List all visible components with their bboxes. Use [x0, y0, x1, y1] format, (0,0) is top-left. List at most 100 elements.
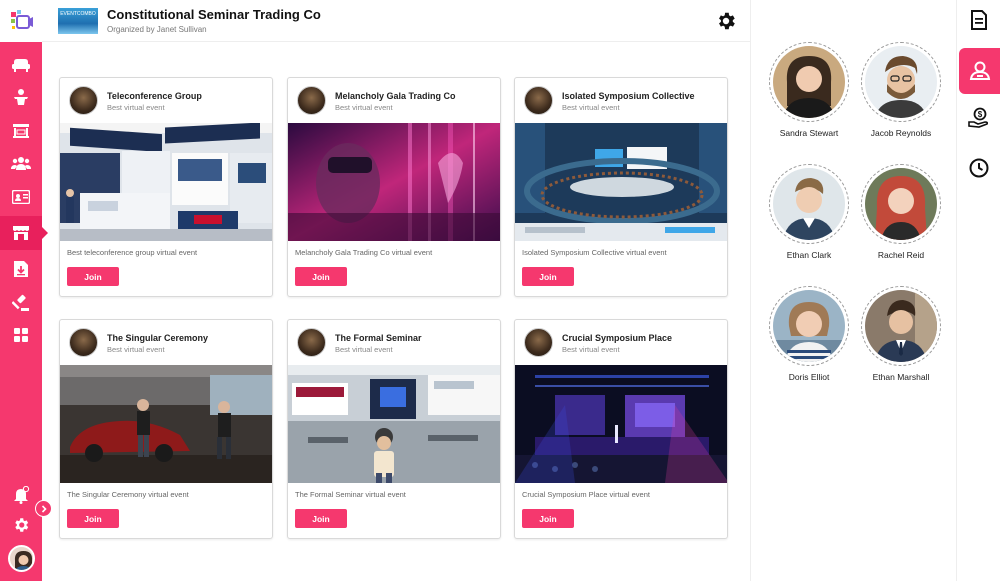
event-card[interactable]: Crucial Symposium Place Best virtual eve… — [514, 319, 728, 539]
card-avatar — [297, 328, 326, 357]
attendee-avatar-ring — [769, 286, 849, 366]
sidebar-item-auction[interactable] — [0, 286, 42, 320]
card-subtitle: Best virtual event — [562, 345, 620, 354]
card-avatar — [524, 328, 553, 357]
card-description: Best teleconference group virtual event — [67, 248, 198, 257]
card-subtitle: Best virtual event — [562, 103, 620, 112]
sidebar-item-networking[interactable] — [0, 146, 42, 180]
attendees-panel: Sandra Stewart Jacob Reynolds Ethan Clar… — [751, 0, 956, 581]
download-file-icon — [14, 261, 28, 277]
event-title: Constitutional Seminar Trading Co — [107, 7, 321, 22]
sidebar-item-lounge[interactable] — [0, 48, 42, 82]
attendee-name: Ethan Clark — [786, 250, 832, 260]
tool-notes[interactable] — [957, 0, 1000, 40]
attendee-name: Jacob Reynolds — [870, 128, 932, 138]
event-brand-thumbnail: EVENTCOMBO — [58, 8, 98, 34]
attendee-name: Ethan Marshall — [872, 372, 930, 382]
attendee-photo — [865, 168, 937, 240]
attendee-avatar-ring — [861, 164, 941, 244]
tool-schedule[interactable] — [957, 148, 1000, 188]
right-toolstrip: $ — [956, 0, 1000, 581]
attendee[interactable]: Rachel Reid — [849, 164, 949, 274]
notification-bell-icon — [14, 486, 30, 504]
app-logo-icon — [11, 10, 33, 29]
card-avatar — [524, 86, 553, 115]
sidebar-item-badge[interactable] — [0, 180, 42, 214]
card-description: Melancholy Gala Trading Co virtual event — [295, 248, 433, 257]
card-description: The Singular Ceremony virtual event — [67, 490, 189, 499]
tool-attendees[interactable] — [959, 48, 1000, 94]
join-button[interactable]: Join — [67, 509, 119, 528]
event-card[interactable]: Melancholy Gala Trading Co Best virtual … — [287, 77, 501, 297]
join-button[interactable]: Join — [67, 267, 119, 286]
event-header: EVENTCOMBO Constitutional Seminar Tradin… — [42, 0, 750, 42]
card-subtitle: Best virtual event — [107, 103, 165, 112]
booth-grid: Teleconference Group Best virtual event — [42, 42, 750, 581]
card-image-virtual-auditorium — [515, 123, 727, 241]
card-description: Isolated Symposium Collective virtual ev… — [522, 248, 667, 257]
left-sidebar — [0, 42, 48, 581]
card-image-car-showroom — [60, 365, 272, 483]
attendee[interactable]: Ethan Marshall — [849, 286, 949, 396]
join-button[interactable]: Join — [522, 509, 574, 528]
tool-sponsors[interactable]: $ — [957, 98, 1000, 138]
people-icon — [11, 157, 31, 170]
card-title: The Formal Seminar — [335, 333, 422, 343]
stage-icon — [13, 124, 29, 138]
event-card[interactable]: The Singular Ceremony Best virtual event — [59, 319, 273, 539]
sidebar-item-apps[interactable] — [0, 318, 42, 352]
join-button[interactable]: Join — [295, 267, 347, 286]
gear-icon — [719, 12, 735, 30]
card-image-virtual-hall-avatar — [288, 365, 500, 483]
id-card-icon — [12, 190, 30, 204]
attendee-photo — [865, 46, 937, 118]
card-subtitle: Best virtual event — [335, 103, 393, 112]
event-card[interactable]: The Formal Seminar Best virtual event Th… — [287, 319, 501, 539]
event-card[interactable]: Teleconference Group Best virtual event — [59, 77, 273, 297]
sidebar-item-downloads[interactable] — [0, 252, 42, 286]
attendee-photo — [773, 168, 845, 240]
speaker-podium-icon — [14, 89, 28, 105]
attendee-name: Sandra Stewart — [779, 128, 839, 138]
current-user-avatar[interactable] — [8, 545, 35, 572]
card-title: Melancholy Gala Trading Co — [335, 91, 456, 101]
attendee-avatar-ring — [769, 164, 849, 244]
attendee-name: Rachel Reid — [877, 250, 925, 260]
attendee[interactable]: Doris Elliot — [757, 286, 857, 396]
join-button[interactable]: Join — [295, 509, 347, 528]
apps-grid-icon — [14, 328, 28, 342]
attendee-photo — [773, 46, 845, 118]
event-card[interactable]: Isolated Symposium Collective Best virtu… — [514, 77, 728, 297]
card-avatar — [69, 86, 98, 115]
app-root: EVENTCOMBO Constitutional Seminar Tradin… — [0, 0, 1000, 581]
attendee-name: Doris Elliot — [788, 372, 830, 382]
card-image-concert-stage — [515, 365, 727, 483]
attendee[interactable]: Jacob Reynolds — [849, 42, 949, 152]
card-subtitle: Best virtual event — [335, 345, 393, 354]
settings-gear-icon — [15, 518, 29, 532]
auction-gavel-icon — [12, 294, 29, 311]
card-title: The Singular Ceremony — [107, 333, 209, 343]
attendees-icon — [969, 61, 991, 80]
card-title: Isolated Symposium Collective — [562, 91, 695, 101]
card-subtitle: Best virtual event — [107, 345, 165, 354]
card-image-exhibit-booth — [60, 123, 272, 241]
event-settings-button[interactable] — [714, 9, 738, 33]
attendee-avatar-ring — [861, 42, 941, 122]
sidebar-item-stage[interactable] — [0, 114, 42, 148]
svg-text:$: $ — [978, 110, 983, 119]
card-description: Crucial Symposium Place virtual event — [522, 490, 650, 499]
attendee[interactable]: Ethan Clark — [757, 164, 857, 274]
card-title: Teleconference Group — [107, 91, 202, 101]
event-organizer: Organized by Janet Sullivan — [107, 25, 207, 34]
join-button[interactable]: Join — [522, 267, 574, 286]
brand-thumb-text: EVENTCOMBO — [60, 11, 96, 17]
sofa-icon — [12, 59, 30, 72]
attendee[interactable]: Sandra Stewart — [757, 42, 857, 152]
clock-icon — [969, 158, 989, 178]
card-description: The Formal Seminar virtual event — [295, 490, 406, 499]
app-logo[interactable] — [0, 0, 42, 42]
sidebar-item-booths[interactable] — [0, 216, 48, 250]
attendee-photo — [865, 290, 937, 362]
sidebar-item-speaker[interactable] — [0, 80, 42, 114]
